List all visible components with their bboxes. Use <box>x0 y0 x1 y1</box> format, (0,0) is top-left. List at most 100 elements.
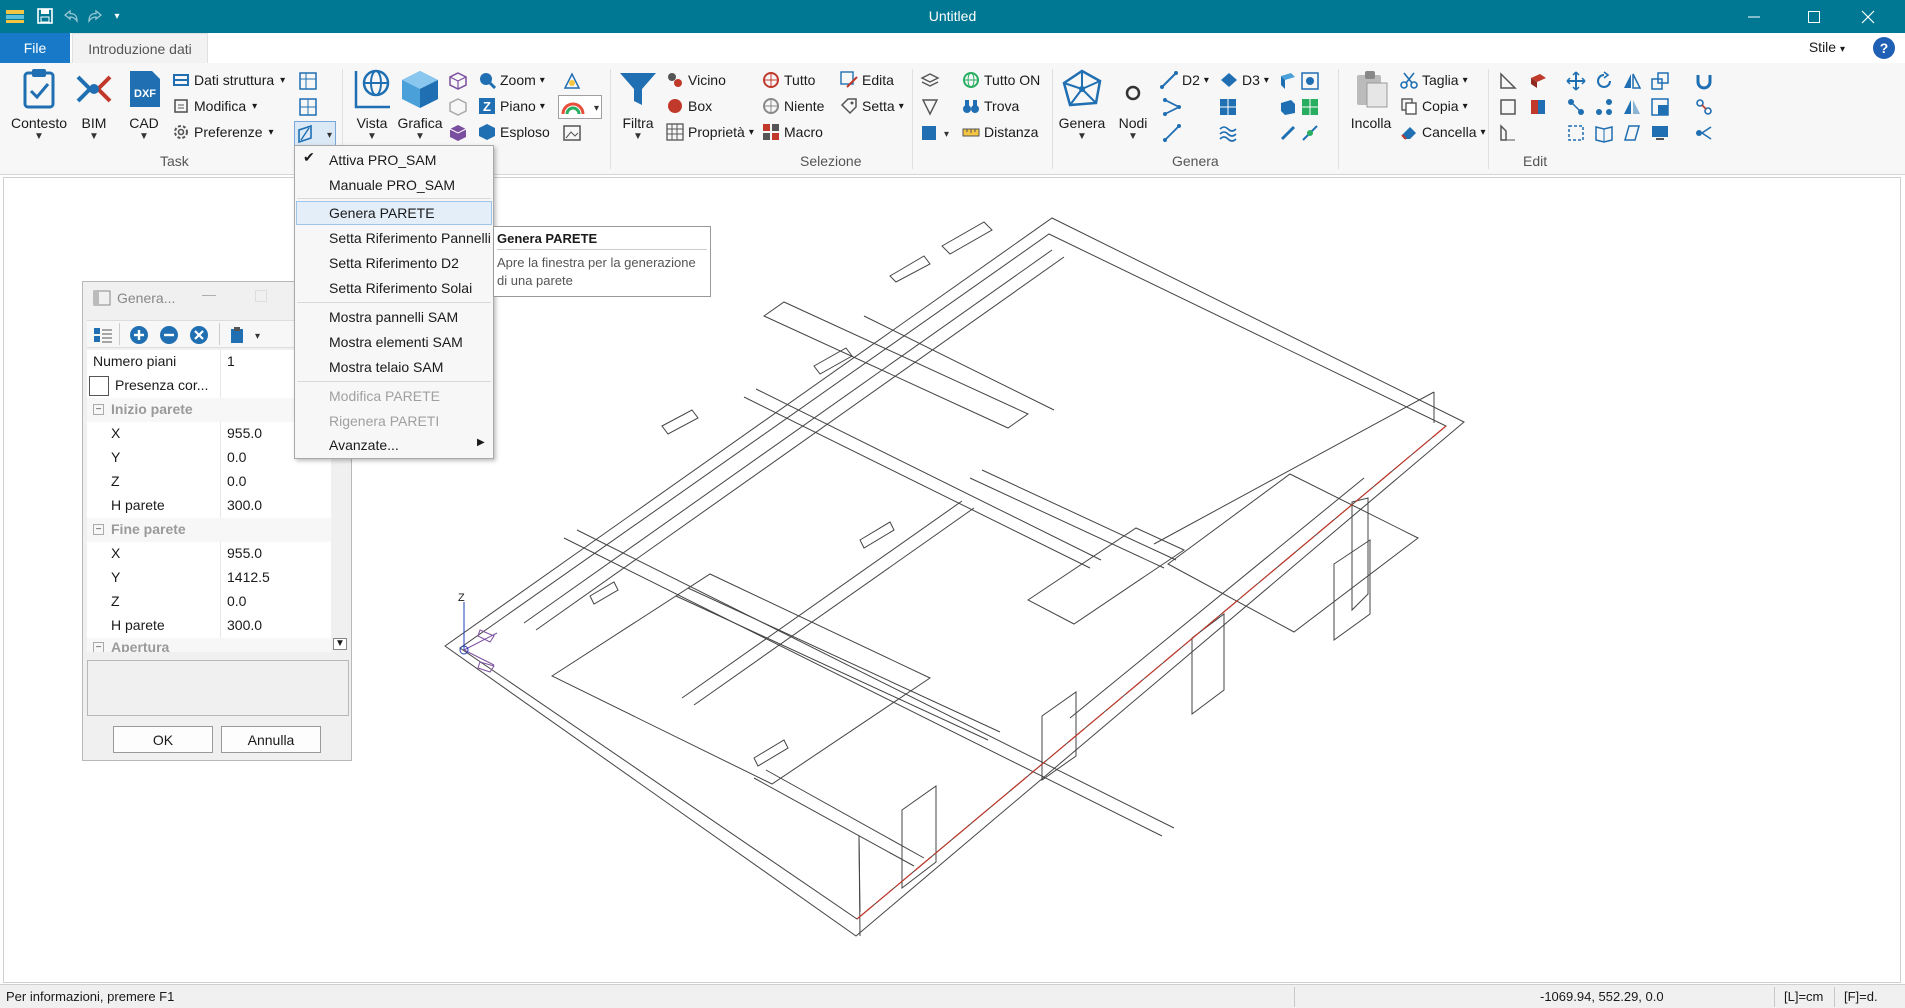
piano-button[interactable]: Z Piano ▾ <box>478 95 545 117</box>
niente-button[interactable]: Niente <box>762 95 824 117</box>
collapse-icon[interactable]: − <box>93 404 104 415</box>
pro-sam-dropdown-button[interactable]: ▾ <box>294 121 336 147</box>
settings-panel-icon[interactable] <box>1300 71 1320 91</box>
zoom-button[interactable]: Zoom ▾ <box>478 69 545 91</box>
triangle-doc-icon[interactable] <box>1498 71 1518 91</box>
wave-mesh-icon[interactable] <box>1218 123 1238 143</box>
inizio-z-row[interactable]: Z 0.0 <box>87 470 331 494</box>
maximize-icon[interactable] <box>1786 0 1842 33</box>
menu-item-avanzate[interactable]: Avanzate... <box>329 433 399 457</box>
d2-button[interactable]: D2 ▾ <box>1160 69 1209 91</box>
inizio-h-value[interactable]: 300.0 <box>227 497 262 513</box>
table-icon[interactable] <box>298 71 318 91</box>
connect-nodes-icon[interactable] <box>1162 97 1182 117</box>
distanza-button[interactable]: Distanza <box>962 121 1038 143</box>
taglia-button[interactable]: Taglia ▾ <box>1400 69 1468 91</box>
scale-icon[interactable] <box>1650 71 1670 91</box>
trova-button[interactable]: Trova <box>962 95 1019 117</box>
fine-h-row[interactable]: H parete 300.0 <box>87 614 331 638</box>
inizio-y-value[interactable]: 0.0 <box>227 449 246 465</box>
menu-item-setta-riferimento-solai[interactable]: Setta Riferimento Solai <box>329 276 472 300</box>
delete-icon[interactable] <box>189 325 209 348</box>
fine-z-row[interactable]: Z 0.0 <box>87 590 331 614</box>
fine-x-value[interactable]: 955.0 <box>227 545 262 561</box>
tutto-button[interactable]: Tutto <box>762 69 815 91</box>
menu-item-mostra-telaio-sam[interactable]: Mostra telaio SAM <box>329 355 443 379</box>
scroll-down-icon[interactable]: ▼ <box>333 638 347 650</box>
grid-3d-icon[interactable] <box>1300 97 1320 117</box>
frame-icon[interactable] <box>1566 123 1586 143</box>
clipboard-dropdown-icon[interactable]: ▾ <box>229 325 265 348</box>
categorized-icon[interactable] <box>93 325 113 348</box>
collapse-icon[interactable]: − <box>93 642 104 652</box>
filtra-button[interactable]: Filtra ▼ <box>604 67 672 149</box>
grafica-button[interactable]: Grafica ▼ <box>386 67 454 149</box>
menu-item-mostra-elementi-sam[interactable]: Mostra elementi SAM <box>329 330 463 354</box>
move-icon[interactable] <box>1566 71 1586 91</box>
solid-cube-icon[interactable] <box>448 123 468 143</box>
node-edit-icon[interactable] <box>1300 123 1320 143</box>
inizio-z-value[interactable]: 0.0 <box>227 473 246 489</box>
menu-item-genera-parete[interactable]: Genera PARETE <box>329 201 435 225</box>
mirror-icon[interactable] <box>1622 71 1642 91</box>
copia-button[interactable]: Copia ▾ <box>1400 95 1468 117</box>
line-nodes-icon[interactable] <box>1162 123 1182 143</box>
annulla-button[interactable]: Annulla <box>221 726 321 753</box>
fine-y-row[interactable]: Y 1412.5 <box>87 566 331 590</box>
proprieta-button[interactable]: Proprietà ▾ <box>666 121 754 143</box>
cancella-button[interactable]: Cancella ▾ <box>1400 121 1486 143</box>
nodi-button[interactable]: Nodi ▼ <box>1098 67 1168 149</box>
remove-icon[interactable] <box>159 325 179 348</box>
rotate-icon[interactable] <box>1594 71 1614 91</box>
rect-doc-icon[interactable] <box>1498 97 1518 117</box>
minimize-icon[interactable] <box>1726 0 1782 33</box>
node-link-icon[interactable] <box>1594 97 1614 117</box>
fine-z-value[interactable]: 0.0 <box>227 593 246 609</box>
image-view-icon[interactable] <box>562 123 582 143</box>
brush-icon[interactable] <box>1278 123 1298 143</box>
macro-button[interactable]: Macro <box>762 121 823 143</box>
brick-red-icon[interactable] <box>1528 71 1548 91</box>
preferenze-button[interactable]: Preferenze ▾ <box>172 121 274 143</box>
style-menu[interactable]: Stile ▾ <box>1809 39 1845 55</box>
resize-icon[interactable] <box>1650 97 1670 117</box>
numero-piani-value[interactable]: 1 <box>227 353 235 369</box>
cad-button[interactable]: DXF CAD ▼ <box>110 67 178 149</box>
tab-introduzione-dati[interactable]: Introduzione dati <box>72 33 208 63</box>
dati-struttura-button[interactable]: Dati struttura ▾ <box>172 69 285 91</box>
node-move-icon[interactable] <box>1566 97 1586 117</box>
fine-parete-category[interactable]: − Fine parete <box>87 518 331 542</box>
skew-icon[interactable] <box>1622 123 1642 143</box>
add-icon[interactable] <box>129 325 149 348</box>
apertura-category[interactable]: − Apertura <box>87 638 331 652</box>
palette-icon[interactable] <box>562 71 582 91</box>
collapse-icon[interactable]: − <box>93 524 104 535</box>
edita-button[interactable]: Edita <box>840 69 894 91</box>
link-nodes-icon[interactable] <box>1694 97 1714 117</box>
tutto-on-button[interactable]: Tutto ON <box>962 69 1040 91</box>
shapes-icon[interactable] <box>920 97 940 117</box>
panel-minimize-icon[interactable]: — <box>199 286 219 306</box>
menu-item-mostra-pannelli-sam[interactable]: Mostra pannelli SAM <box>329 305 458 329</box>
menu-item-setta-riferimento-pannelli[interactable]: Setta Riferimento Pannelli <box>329 226 491 250</box>
color-scheme-dropdown[interactable]: ▾ <box>558 95 602 119</box>
menu-item-setta-riferimento-d2[interactable]: Setta Riferimento D2 <box>329 251 459 275</box>
flag-icon[interactable] <box>1528 97 1548 117</box>
menu-item-manuale-pro-sam[interactable]: Manuale PRO_SAM <box>329 173 455 197</box>
grid-table-icon[interactable] <box>298 97 318 117</box>
wire-cube-icon[interactable] <box>448 71 468 91</box>
book-icon[interactable] <box>1594 123 1614 143</box>
box-button[interactable]: Box <box>666 95 712 117</box>
ok-button[interactable]: OK <box>113 726 213 753</box>
tab-file[interactable]: File <box>0 33 70 63</box>
magnet-icon[interactable] <box>1694 71 1714 91</box>
close-icon[interactable] <box>1840 0 1896 33</box>
fine-h-value[interactable]: 300.0 <box>227 617 262 633</box>
setta-button[interactable]: Setta ▾ <box>840 95 904 117</box>
split-icon[interactable] <box>1694 123 1714 143</box>
view-cube-dropdown-icon[interactable]: ▾ <box>920 123 949 143</box>
incolla-button[interactable]: Incolla <box>1338 67 1404 149</box>
layers-icon[interactable] <box>920 71 940 91</box>
d3-button[interactable]: D3 ▾ <box>1220 69 1269 91</box>
menu-item-attiva-pro-sam[interactable]: Attiva PRO_SAM <box>329 148 436 172</box>
